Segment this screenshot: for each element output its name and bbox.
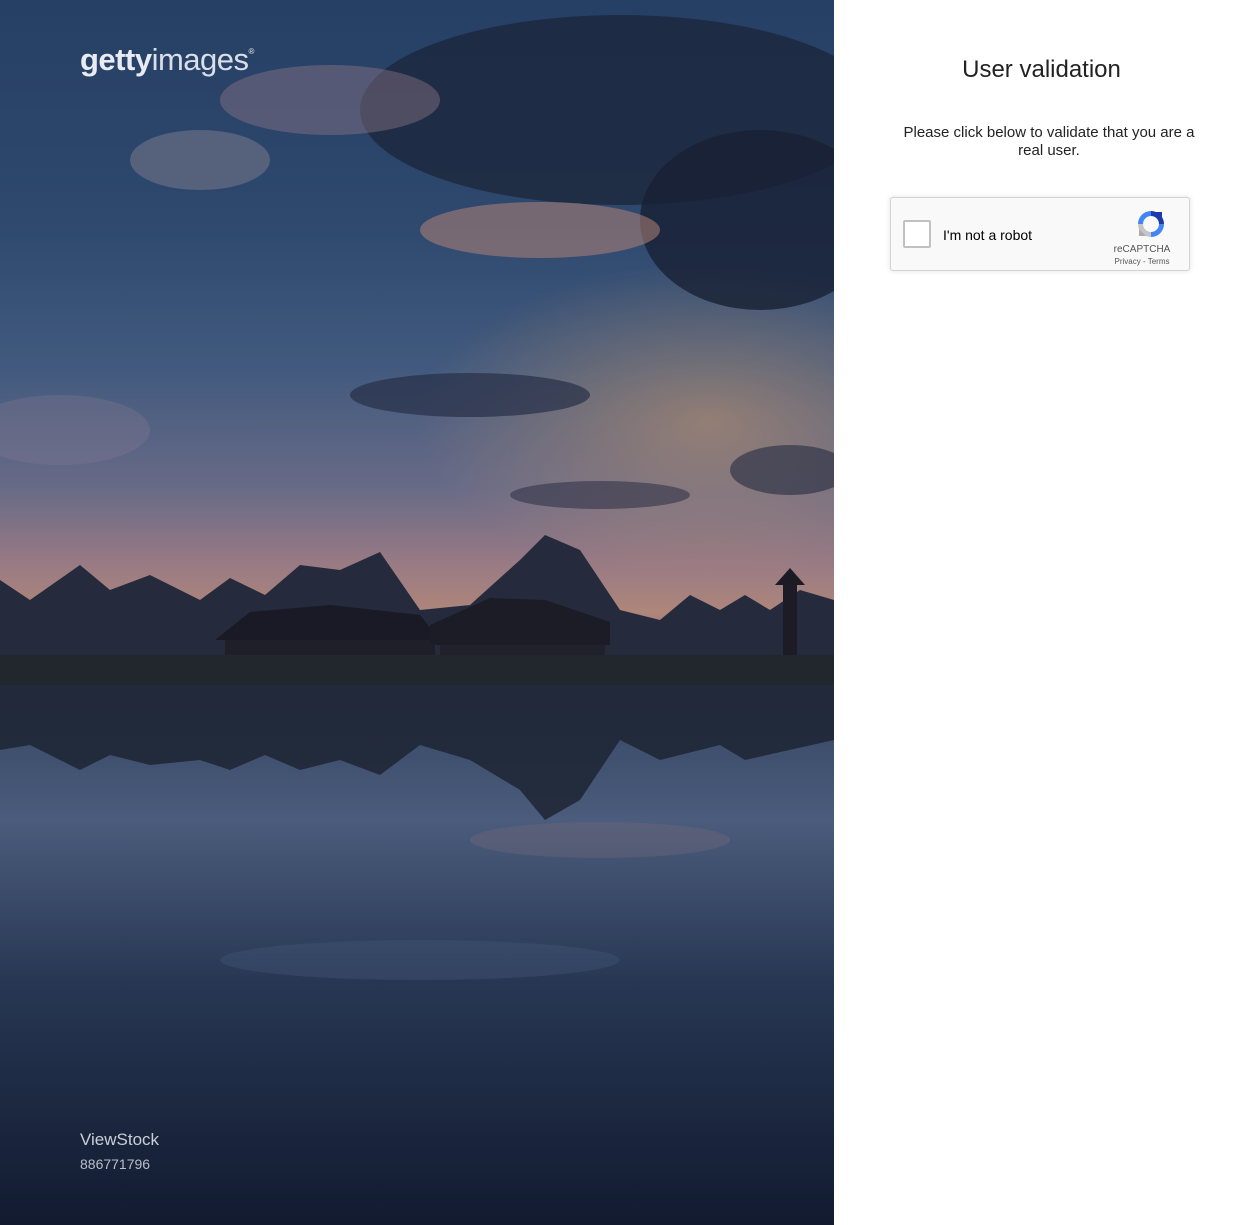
image-asset-id: 886771796 xyxy=(80,1156,151,1172)
page: gettyimages® ViewStock 886771796 User va… xyxy=(0,0,1249,1225)
recaptcha-label: I'm not a robot xyxy=(943,227,1033,243)
page-title: User validation xyxy=(962,56,1121,83)
validation-description: Please click below to validate that you … xyxy=(903,124,1195,159)
recaptcha-checkbox[interactable] xyxy=(903,220,931,248)
hero-image-panel: gettyimages® ViewStock 886771796 xyxy=(0,0,834,1225)
gettyimages-logo[interactable]: gettyimages® xyxy=(80,44,254,75)
recaptcha-logo-icon xyxy=(1138,211,1164,237)
recaptcha-brand: reCAPTCHA xyxy=(1113,244,1171,255)
logo-text-light: images xyxy=(151,42,249,77)
validation-panel: User validation Please click below to va… xyxy=(834,0,1249,1225)
recaptcha-link-separator: - xyxy=(1140,257,1148,266)
recaptcha-terms-link[interactable]: Terms xyxy=(1148,257,1170,266)
recaptcha-links: Privacy - Terms xyxy=(1107,257,1177,266)
image-artist: ViewStock xyxy=(80,1130,160,1149)
image-credit: ViewStock 886771796 xyxy=(80,1130,159,1172)
recaptcha-widget: I'm not a robot reCAPTCHA Privacy - Term… xyxy=(890,197,1190,271)
recaptcha-privacy-link[interactable]: Privacy xyxy=(1115,257,1141,266)
registered-mark: ® xyxy=(248,47,255,56)
logo-text-bold: getty xyxy=(80,42,152,77)
landscape-photo xyxy=(0,0,834,1225)
